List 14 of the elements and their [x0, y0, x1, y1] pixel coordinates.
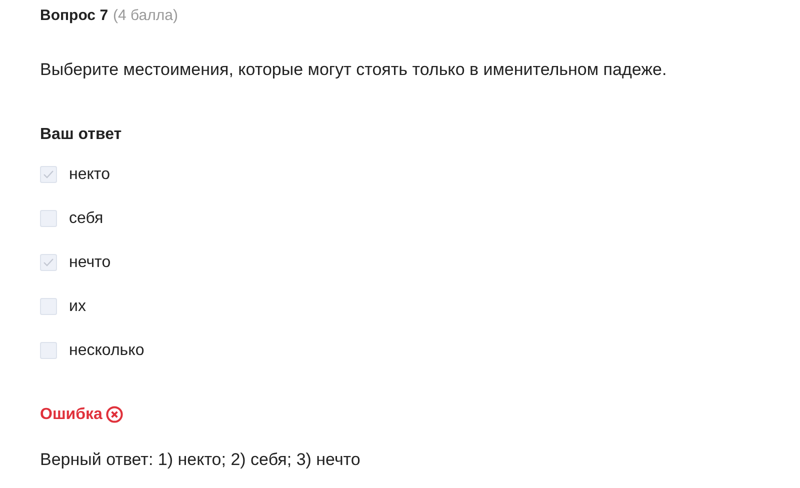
close-circle-icon: [106, 406, 124, 423]
option-label: их: [69, 296, 86, 316]
result-label: Ошибка: [40, 404, 102, 424]
question-text: Выберите местоимения, которые могут стоять только в именительном падеже.: [40, 59, 668, 81]
correct-answer: Верный ответ: 1) некто; 2) себя; 3) нечто: [40, 448, 362, 470]
question-title: Вопрос 7: [40, 6, 108, 26]
check-icon: [43, 170, 54, 179]
option-label: нечто: [69, 252, 111, 272]
check-icon: [43, 258, 54, 267]
option-label: некто: [69, 164, 110, 184]
question-points: (4 балла): [113, 6, 178, 26]
option-label: несколько: [69, 340, 144, 360]
option-label: себя: [69, 208, 104, 228]
answer-heading: Ваш ответ: [40, 124, 123, 144]
